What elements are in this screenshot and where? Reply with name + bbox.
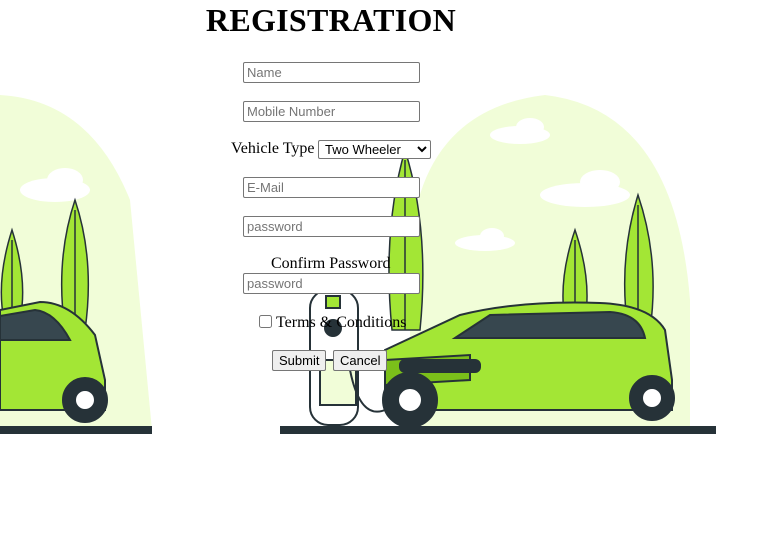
email-input[interactable] xyxy=(243,177,420,198)
submit-button[interactable]: Submit xyxy=(272,350,327,371)
confirm-password-input[interactable] xyxy=(243,273,420,294)
vehicle-type-label: Vehicle Type xyxy=(231,140,315,157)
terms-checkbox[interactable] xyxy=(259,315,272,328)
password-input[interactable] xyxy=(243,216,420,237)
page-title: REGISTRATION xyxy=(205,2,457,38)
terms-label: Terms & Conditions xyxy=(276,314,407,331)
cancel-button[interactable]: Cancel xyxy=(333,350,388,371)
name-input[interactable] xyxy=(243,62,420,83)
vehicle-type-select[interactable]: Two Wheeler xyxy=(318,140,431,159)
confirm-password-label: Confirm Password xyxy=(271,255,391,272)
mobile-number-input[interactable] xyxy=(243,101,420,122)
